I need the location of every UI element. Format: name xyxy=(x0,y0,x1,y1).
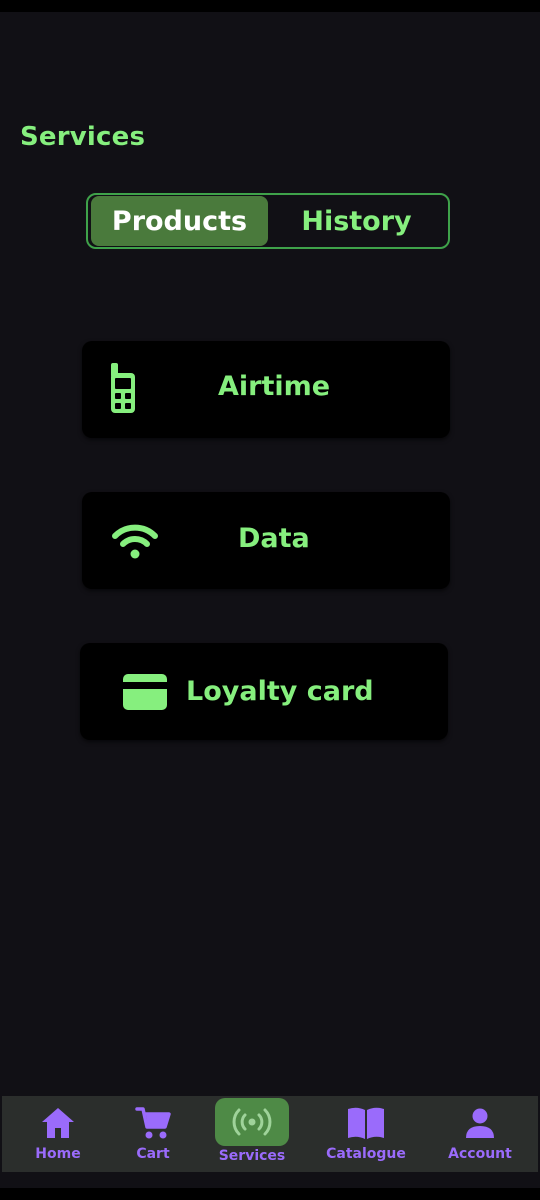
nav-home[interactable]: Home xyxy=(32,1096,84,1172)
nav-catalogue[interactable]: Catalogue xyxy=(326,1096,406,1172)
book-icon xyxy=(346,1104,386,1142)
tab-products[interactable]: Products xyxy=(91,196,268,246)
nav-services-label: Services xyxy=(218,1148,286,1164)
wifi-icon xyxy=(112,524,158,560)
nav-catalogue-label: Catalogue xyxy=(326,1146,406,1162)
home-icon xyxy=(40,1104,76,1142)
nav-home-label: Home xyxy=(35,1146,81,1162)
page-title: Services xyxy=(20,122,146,152)
nav-account-label: Account xyxy=(448,1146,512,1162)
cart-icon xyxy=(135,1104,171,1142)
nav-cart[interactable]: Cart xyxy=(128,1096,178,1172)
person-icon xyxy=(464,1104,496,1142)
service-card-data[interactable]: Data xyxy=(82,492,450,589)
screen: Services Products History Airtime Data L… xyxy=(0,0,540,1200)
nav-account[interactable]: Account xyxy=(446,1096,514,1172)
phone-icon xyxy=(108,363,138,415)
broadcast-icon xyxy=(215,1098,289,1146)
nav-services[interactable]: Services xyxy=(214,1096,290,1172)
service-label-airtime: Airtime xyxy=(218,371,331,402)
bottom-navigation: Home Cart Services Catalogue Account xyxy=(2,1096,538,1172)
app-body: Services Products History Airtime Data L… xyxy=(0,12,540,1188)
service-card-loyalty[interactable]: Loyalty card xyxy=(80,643,448,740)
nav-cart-label: Cart xyxy=(136,1146,170,1162)
segmented-control: Products History xyxy=(86,193,450,249)
service-card-airtime[interactable]: Airtime xyxy=(82,341,450,438)
service-label-data: Data xyxy=(238,523,310,554)
credit-card-icon xyxy=(122,673,168,711)
tab-history[interactable]: History xyxy=(268,196,445,246)
service-label-loyalty-card: Loyalty card xyxy=(186,676,374,707)
